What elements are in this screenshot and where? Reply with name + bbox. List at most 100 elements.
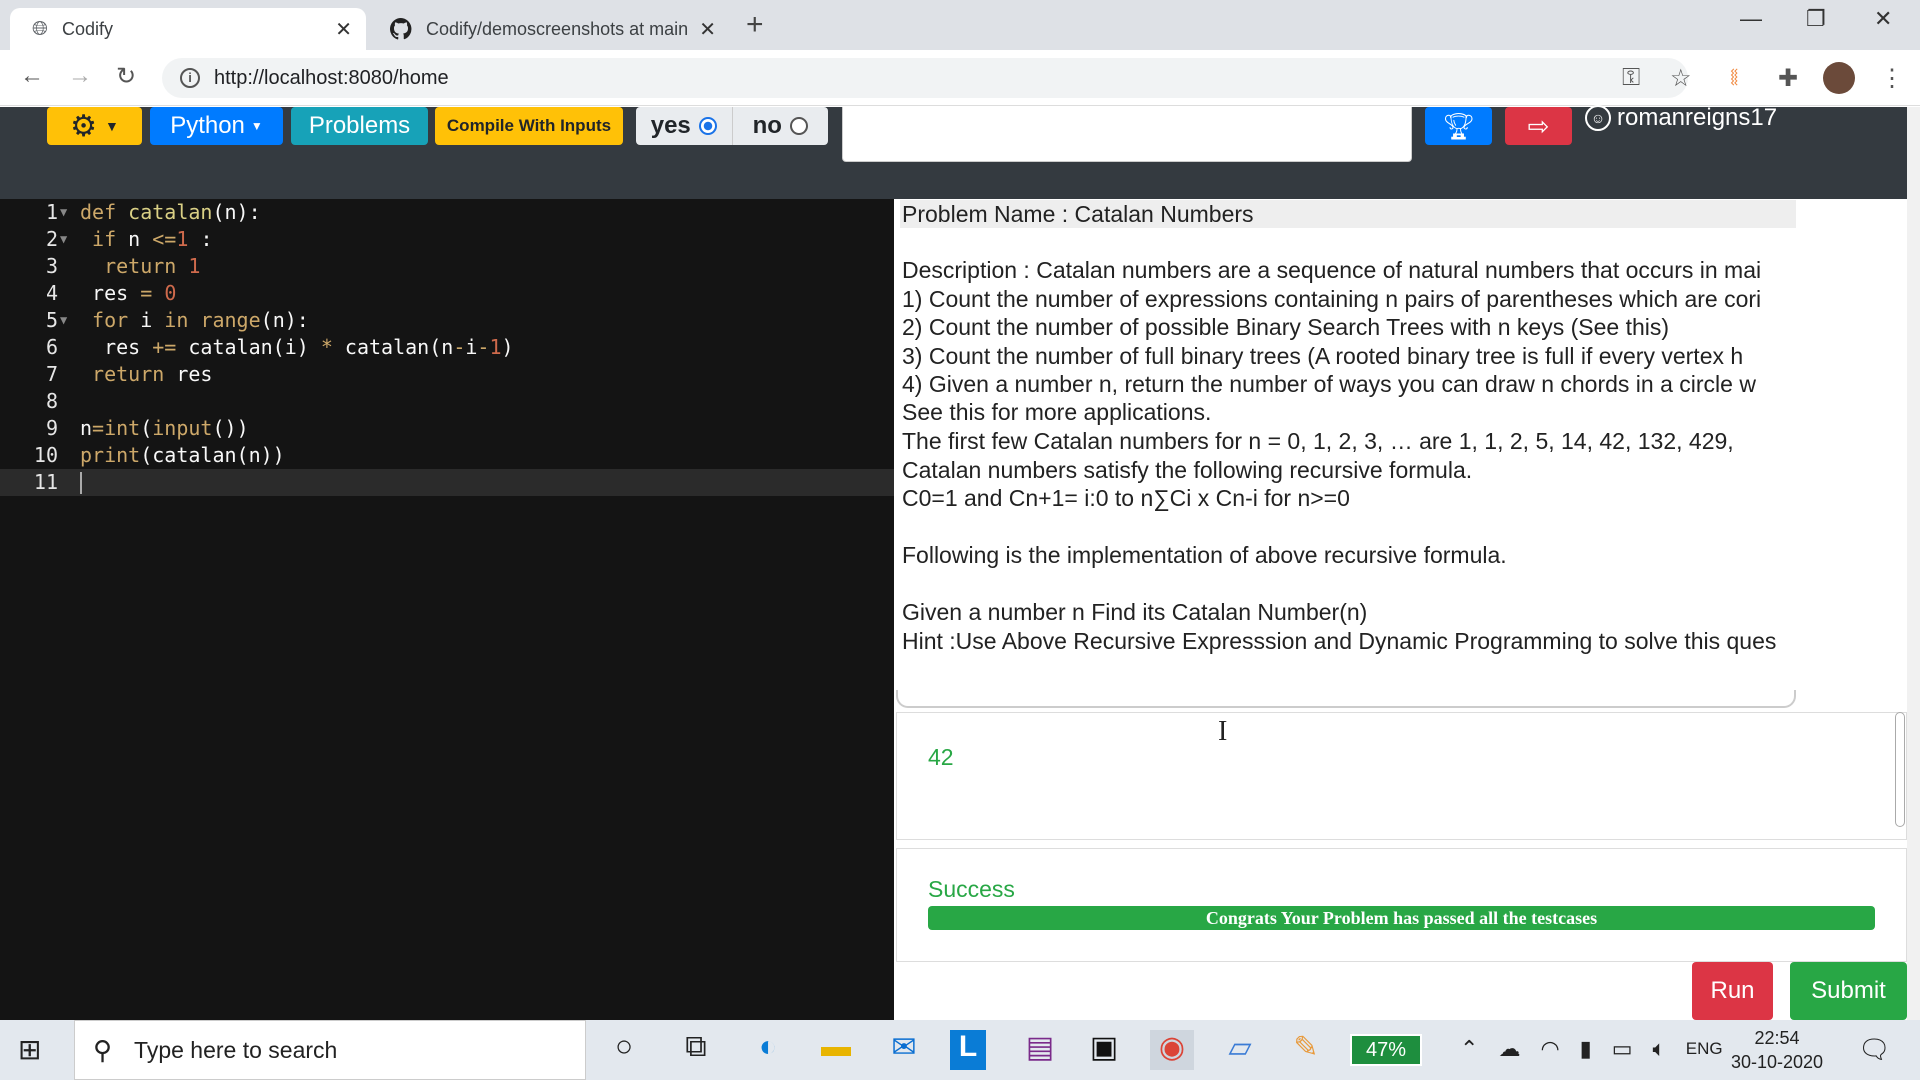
code-line: def catalan(n): [80,200,261,224]
language-label: Python [170,112,245,139]
yes-label: yes [650,112,691,139]
menu-icon[interactable]: ⋮ [1880,64,1904,93]
notification-icon[interactable]: 🗨︎ [1858,1034,1891,1065]
puzzle-icon[interactable]: ✚ [1778,64,1798,93]
fold-caret-icon[interactable]: ▼ [60,199,67,226]
globe-icon: 🌐︎ [32,17,48,40]
url-text: http://localhost:8080/home [214,66,449,89]
horizontal-scrollbar[interactable] [896,690,1796,708]
close-window-icon[interactable]: ✕ [1874,6,1892,32]
wifi-icon[interactable]: ◠ [1540,1036,1559,1062]
problem-description-line: The first few Catalan numbers for n = 0,… [902,428,1734,454]
minimize-icon[interactable]: — [1740,6,1762,32]
onedrive-icon[interactable]: ☁ [1498,1036,1520,1062]
code-line: for i in range(n): [92,308,309,332]
text-cursor-icon: I [1218,716,1228,747]
battery-meter[interactable]: 47% [1350,1034,1422,1066]
close-tab-icon[interactable]: ✕ [335,17,352,42]
line-number: 2 [45,227,58,251]
line-number: 7 [45,362,58,386]
logout-button[interactable]: ⇨ [1505,107,1572,145]
key-icon[interactable]: ⚿ [1622,64,1640,92]
line-number: 5 [45,308,58,332]
gear-icon: ⚙ [70,109,98,143]
line-number: 9 [45,416,58,440]
line-number: 11 [33,470,58,494]
restore-icon[interactable]: ❐ [1806,6,1826,32]
mail-icon[interactable]: ✉ [882,1030,926,1070]
back-icon[interactable]: ← [20,62,44,90]
code-editor[interactable]: 1 2 3 4 5 6 7 8 9 10 11 ▼ ▼ ▼ def catala… [0,199,894,1020]
windows-start-icon[interactable]: ⊞ [18,1033,41,1066]
run-button[interactable]: Run [1692,962,1773,1020]
info-icon[interactable]: i [180,68,200,88]
terminal-icon[interactable]: ▣ [1082,1030,1126,1070]
submit-button[interactable]: Submit [1790,962,1907,1020]
code-line: if n <=1 : [92,227,213,251]
problems-button[interactable]: Problems [291,107,428,145]
yes-option[interactable]: yes [636,107,732,145]
leaderboard-button[interactable]: 🏆︎ [1425,107,1492,145]
fold-caret-icon[interactable]: ▼ [60,226,67,253]
volume-icon[interactable]: 🔈︎ [1653,1036,1666,1062]
status-label: Success [928,876,1015,902]
line-number: 4 [45,281,58,305]
output-value: 42 [928,744,954,770]
problem-description-line: Hint :Use Above Recursive Expresssion an… [902,628,1777,654]
app-l-icon[interactable]: L [950,1030,986,1070]
problem-description-line: 4) Given a number n, return the number o… [902,371,1756,397]
problem-description-line: Catalan numbers satisfy the following re… [902,457,1473,483]
no-radio[interactable] [789,117,808,135]
problem-description-line: C0=1 and Cn+1= i:0 to n∑Ci x Cn-i for n>… [902,485,1350,511]
problem-description-line: Description : Catalan numbers are a sequ… [902,257,1762,283]
custom-input-textarea[interactable] [842,107,1412,162]
paint-icon[interactable]: ✎ [1284,1030,1328,1070]
user-circle-icon: ☺ [1585,105,1611,131]
tab-title: Codify [62,18,114,39]
tab-codify[interactable]: 🌐︎ Codify ✕ [10,8,366,50]
forward-icon[interactable]: → [68,62,92,90]
clock-time: 22:54 [1754,1028,1800,1048]
line-number: 3 [45,254,58,278]
cortana-icon[interactable]: ○ [602,1030,646,1070]
taskbar-search[interactable]: ⚲ Type here to search [74,1020,586,1080]
no-option[interactable]: no [731,107,829,145]
extension-icon[interactable]: ⧛ [1730,64,1738,92]
chrome-icon[interactable]: ◉ [1150,1030,1194,1070]
page-scrollbar[interactable] [1907,107,1920,1020]
battery-icon[interactable]: ▭ [1612,1036,1633,1062]
file-explorer-icon[interactable]: ▬ [814,1030,858,1070]
user-profile[interactable]: ☺ romanreigns17 [1585,104,1777,132]
clock[interactable]: 22:54 30-10-2020 [1728,1026,1826,1074]
caret-down-icon: ▼ [250,119,263,133]
language-dropdown-button[interactable]: Python ▼ [150,107,283,145]
profile-avatar[interactable] [1823,62,1855,94]
new-tab-button[interactable]: + [746,8,764,42]
star-icon[interactable]: ☆ [1670,64,1692,93]
testcase-progress-bar: Congrats Your Problem has passed all the… [928,906,1875,930]
task-view-icon[interactable]: ⧉ [674,1030,718,1070]
settings-dropdown-button[interactable]: ⚙ ▼ [47,107,142,145]
caret-down-icon: ▼ [105,118,119,134]
microphone-icon[interactable]: ▮ [1580,1036,1592,1062]
yes-radio[interactable] [698,117,717,135]
vertical-scrollbar[interactable] [1895,712,1905,827]
fold-caret-icon[interactable]: ▼ [60,307,67,334]
tab-title: Codify/demoscreenshots at main [426,18,689,39]
reload-icon[interactable]: ↻ [116,62,136,91]
winrar-icon[interactable]: ▤ [1018,1030,1062,1070]
notepad-icon[interactable]: ▱ [1218,1030,1262,1070]
chevron-up-icon[interactable]: ⌃ [1460,1036,1478,1062]
search-placeholder: Type here to search [134,1036,338,1063]
problem-description-line: Given a number n Find its Catalan Number… [902,599,1368,625]
trophy-icon: 🏆︎ [1441,110,1475,141]
tab-github[interactable]: Codify/demoscreenshots at main ✕ [380,8,730,50]
input-language[interactable]: ENG [1686,1039,1723,1059]
system-tray: ⌃ ☁ ◠ ▮ ▭ 🔈︎ ENG [1460,1036,1723,1062]
code-line: return 1 [104,254,201,278]
close-tab-icon[interactable]: ✕ [699,17,716,42]
edge-icon[interactable]: ◐ [746,1030,790,1070]
compile-with-inputs-button[interactable]: Compile With Inputs [435,107,623,145]
url-field[interactable]: i http://localhost:8080/home [162,58,1688,98]
output-textarea[interactable] [896,712,1907,840]
